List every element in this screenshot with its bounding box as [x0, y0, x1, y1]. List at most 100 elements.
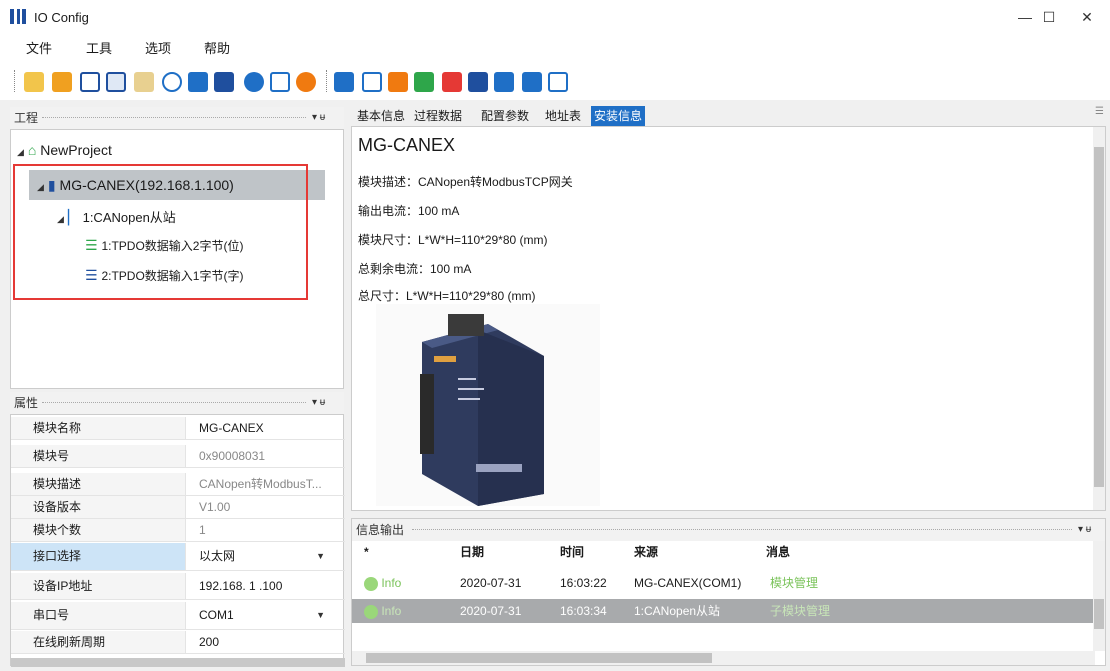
- detail-tabs: 基本信息 过程数据 配置参数 地址表 安装信息 ☰: [351, 104, 1106, 126]
- settings-icon[interactable]: [134, 72, 154, 92]
- message-row[interactable]: Info 2020-07-31 16:03:34 1:CANopen从站 子模块…: [352, 599, 1095, 623]
- message-panel-title: 信息输出: [356, 523, 405, 537]
- serial-port-value: COM1: [199, 608, 234, 622]
- col-header-level[interactable]: *: [364, 541, 369, 563]
- open-folder-icon[interactable]: [52, 72, 72, 92]
- tree-root-item[interactable]: ◢ ⌂ NewProject: [17, 138, 112, 162]
- serial-port-select[interactable]: COM1 ▼: [187, 602, 337, 629]
- expand-triangle-icon: ◢: [17, 147, 24, 157]
- search-icon[interactable]: [162, 72, 182, 92]
- menu-tools[interactable]: 工具: [86, 34, 112, 64]
- menu-options[interactable]: 选项: [145, 34, 171, 64]
- prop-key: 设备版本: [11, 496, 186, 518]
- new-window-icon[interactable]: [494, 72, 514, 92]
- panel-grip: [42, 117, 306, 119]
- download-icon[interactable]: [188, 72, 208, 92]
- menu-bar: 文件 工具 选项 帮助: [0, 34, 1110, 64]
- close-button[interactable]: ✕: [1064, 0, 1110, 34]
- upload-icon[interactable]: [414, 72, 434, 92]
- prop-value: V1.00: [199, 500, 231, 514]
- power-icon[interactable]: [388, 72, 408, 92]
- add-device-icon[interactable]: [24, 72, 44, 92]
- message-time: 16:03:34: [560, 604, 607, 618]
- message-vscrollbar[interactable]: [1093, 541, 1105, 651]
- tab-overflow-icon[interactable]: ☰: [1095, 106, 1104, 117]
- prop-row-refresh[interactable]: 在线刷新周期 200: [11, 631, 345, 654]
- warning-icon[interactable]: [296, 72, 316, 92]
- message-source: MG-CANEX(COM1): [634, 576, 742, 590]
- message-output-panel: 信息输出 ▾ ᵾ * 日期 时间 来源 消息 Info 2020-07-31 1…: [351, 518, 1106, 666]
- interface-select[interactable]: 以太网 ▼: [187, 543, 337, 570]
- col-header-date[interactable]: 日期: [460, 541, 484, 563]
- panel-grip: [412, 529, 1072, 531]
- prop-value: 1: [199, 523, 206, 537]
- info-status-icon: [364, 576, 378, 591]
- message-row[interactable]: Info 2020-07-31 16:03:22 MG-CANEX(COM1) …: [352, 571, 1095, 595]
- edit-icon[interactable]: [468, 72, 488, 92]
- detail-module-size: 模块尺寸：L*W*H=110*29*80 (mm): [358, 233, 548, 247]
- message-vscroll-thumb[interactable]: [1094, 599, 1104, 629]
- detail-scroll-thumb[interactable]: [1094, 147, 1104, 487]
- message-hscroll-thumb[interactable]: [366, 653, 712, 663]
- ip-address-field[interactable]: 192.168. 1 .100: [187, 573, 345, 599]
- detail-scrollbar[interactable]: [1093, 127, 1105, 510]
- grid-icon[interactable]: [334, 72, 354, 92]
- prop-value[interactable]: MG-CANEX: [187, 417, 345, 439]
- tab-install-info[interactable]: 安装信息: [591, 106, 646, 126]
- prop-row-description[interactable]: 模块描述 CANopen转ModbusT...: [11, 473, 345, 496]
- message-text: 模块管理: [770, 576, 819, 590]
- delete-icon[interactable]: [442, 72, 462, 92]
- title-bar: IO Config — ☐ ✕: [0, 0, 1110, 34]
- tab-process-data[interactable]: 过程数据: [414, 106, 462, 126]
- dropdown-arrow-icon[interactable]: ▼: [316, 543, 325, 570]
- detail-total-size: 总尺寸：L*W*H=110*29*80 (mm): [358, 289, 536, 303]
- panel-pin-icon[interactable]: ▾ ᵾ: [1078, 519, 1091, 541]
- dropdown-arrow-icon[interactable]: ▼: [316, 602, 325, 629]
- info-status-icon: [364, 604, 378, 619]
- menu-file[interactable]: 文件: [26, 34, 52, 64]
- save-as-icon[interactable]: [106, 72, 126, 92]
- save-icon[interactable]: [80, 72, 100, 92]
- monitor-icon[interactable]: [362, 72, 382, 92]
- prop-row-module-count[interactable]: 模块个数 1: [11, 519, 345, 542]
- col-header-time[interactable]: 时间: [560, 541, 584, 563]
- prop-row-module-id[interactable]: 模块号 0x90008031: [11, 445, 345, 468]
- prop-row-interface[interactable]: 接口选择 以太网 ▼: [11, 543, 345, 571]
- prop-key: 串口号: [11, 602, 186, 629]
- col-header-message[interactable]: 消息: [766, 541, 790, 563]
- detail-description: 模块描述：CANopen转ModbusTCP网关: [358, 175, 573, 189]
- export-icon[interactable]: [522, 72, 542, 92]
- window-title: IO Config: [34, 10, 89, 25]
- prop-value: 0x90008031: [199, 449, 266, 463]
- panel-pin-icon[interactable]: ▾ ᵾ: [312, 107, 325, 129]
- message-date: 2020-07-31: [460, 604, 522, 618]
- list-icon[interactable]: [270, 72, 290, 92]
- tab-address-table[interactable]: 地址表: [545, 106, 581, 126]
- panel-pin-icon[interactable]: ▾ ᵾ: [312, 392, 325, 414]
- layers-icon[interactable]: [548, 72, 568, 92]
- col-header-source[interactable]: 来源: [634, 541, 658, 563]
- prop-row-version[interactable]: 设备版本 V1.00: [11, 496, 345, 519]
- menu-help[interactable]: 帮助: [204, 34, 230, 64]
- project-panel-header: 工程 ▾ ᵾ: [10, 107, 344, 129]
- product-image: [376, 304, 600, 506]
- properties-panel-title: 属性: [14, 396, 39, 410]
- message-text: 子模块管理: [770, 604, 831, 618]
- message-hscrollbar[interactable]: [352, 651, 1095, 665]
- tab-basic-info[interactable]: 基本信息: [357, 106, 405, 126]
- help-icon[interactable]: [244, 72, 264, 92]
- highlight-box: [13, 164, 308, 300]
- refresh-period-field[interactable]: 200: [187, 631, 345, 653]
- project-panel-title: 工程: [14, 111, 39, 125]
- panel-grip: [42, 402, 306, 404]
- connect-icon[interactable]: [214, 72, 234, 92]
- tab-config-params[interactable]: 配置参数: [481, 106, 529, 126]
- message-panel-header: 信息输出 ▾ ᵾ: [352, 519, 1105, 541]
- prop-row-ip[interactable]: 设备IP地址 192.168. 1 .100: [11, 573, 345, 600]
- prop-value: CANopen转ModbusT...: [199, 477, 322, 491]
- device-title: MG-CANEX: [358, 135, 456, 155]
- prop-row-serial-port[interactable]: 串口号 COM1 ▼: [11, 602, 345, 630]
- message-time: 16:03:22: [560, 576, 607, 590]
- prop-row-module-name[interactable]: 模块名称 MG-CANEX: [11, 417, 345, 440]
- prop-key: 模块描述: [11, 473, 186, 495]
